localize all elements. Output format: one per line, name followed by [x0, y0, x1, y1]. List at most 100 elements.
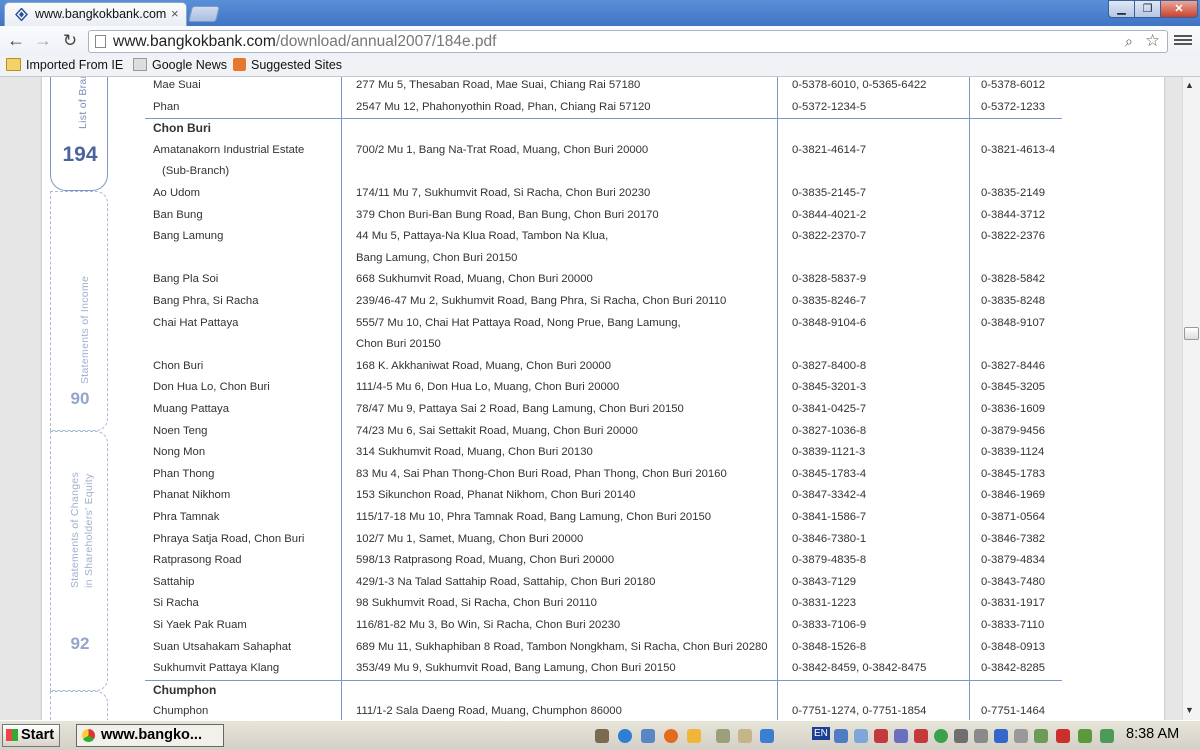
- branch-name: Noen Teng: [153, 424, 208, 437]
- minimize-button[interactable]: ▁: [1108, 0, 1135, 18]
- side-tab-label: Statements of Changes: [69, 471, 81, 588]
- section-divider: [145, 118, 1062, 120]
- menu-icon[interactable]: [1174, 33, 1192, 49]
- taskbar: Start www.bangko... EN 8:38 AM: [0, 720, 1200, 750]
- tray-icon[interactable]: [954, 729, 968, 743]
- tab-title: www.bangkokbank.com: [35, 7, 167, 21]
- branch-fax: 0-3845-1783: [981, 467, 1046, 480]
- bookmark-label: Imported From IE: [26, 58, 124, 72]
- tray-icon[interactable]: [894, 729, 908, 743]
- quicklaunch-icon[interactable]: [738, 729, 752, 743]
- branch-phone: 0-3845-1783-4: [792, 467, 867, 480]
- page-icon: [95, 35, 106, 48]
- quicklaunch-icon[interactable]: [595, 729, 609, 743]
- side-tab-list-of-branches[interactable]: List of Branches 194: [50, 77, 108, 191]
- scroll-up-icon[interactable]: ▲: [1185, 80, 1194, 90]
- side-tab-statements-of-income[interactable]: Statements of Income 90: [50, 191, 108, 431]
- side-tab-next[interactable]: [50, 691, 108, 720]
- branch-address: 174/11 Mu 7, Sukhumvit Road, Si Racha, C…: [356, 187, 651, 199]
- section-heading: Chumphon: [153, 682, 217, 697]
- branch-fax: 0-3844-3712: [981, 208, 1046, 221]
- branch-fax: 0-3848-0913: [981, 640, 1046, 653]
- url-text[interactable]: www.bangkokbank.com/download/annual2007/…: [113, 33, 496, 51]
- branch-fax: 0-3871-0564: [981, 511, 1046, 523]
- branch-address: 314 Sukhumvit Road, Muang, Chon Buri 201…: [356, 446, 593, 459]
- branch-fax: 0-3827-8446: [981, 359, 1046, 372]
- side-tab-label: in Shareholders' Equity: [83, 473, 95, 588]
- branch-address: 429/1-3 Na Talad Sattahip Road, Sattahip…: [356, 575, 656, 588]
- quicklaunch-icon[interactable]: [687, 729, 701, 743]
- branch-fax: 0-3842-8285: [981, 662, 1046, 675]
- branch-phone: 0-3843-7129: [792, 575, 857, 588]
- bangkokbank-favicon-icon: [15, 8, 28, 21]
- branch-phone: 0-3846-7380-1: [792, 532, 867, 545]
- tray-icon[interactable]: [994, 729, 1008, 743]
- side-tab-label: List of Branches: [77, 77, 89, 129]
- taskbar-chrome-window[interactable]: www.bangko...: [76, 724, 224, 747]
- branch-phone: 0-3839-1121-3: [792, 446, 866, 459]
- bookmark-imported-from-ie[interactable]: Imported From IE: [6, 58, 123, 72]
- tray-icon[interactable]: [1078, 729, 1092, 743]
- bookmark-label: Suggested Sites: [251, 58, 343, 72]
- branch-name: Don Hua Lo, Chon Buri: [153, 381, 270, 394]
- tray-icon[interactable]: [1056, 729, 1070, 743]
- branch-fax: 0-7751-1464: [981, 705, 1046, 718]
- branch-address: 379 Chon Buri-Ban Bung Road, Ban Bung, C…: [356, 208, 659, 221]
- language-indicator[interactable]: EN: [812, 727, 830, 740]
- quicklaunch-icon[interactable]: [641, 729, 655, 743]
- reload-icon[interactable]: ↻: [59, 31, 81, 51]
- new-tab-button[interactable]: [188, 6, 220, 22]
- tray-icon[interactable]: [1034, 729, 1048, 743]
- branch-fax: 0-3846-1969: [981, 489, 1046, 502]
- forward-arrow-icon[interactable]: →: [32, 31, 54, 51]
- branch-fax: 0-3828-5842: [981, 273, 1046, 286]
- branch-fax: 0-3879-4834: [981, 554, 1046, 567]
- tray-icon[interactable]: [854, 729, 868, 743]
- zoom-icon[interactable]: ⌕: [1125, 33, 1133, 50]
- side-tab-statements-of-changes[interactable]: Statements of Changes in Shareholders' E…: [50, 431, 108, 691]
- quicklaunch-icon[interactable]: [760, 729, 774, 743]
- bookmark-google-news[interactable]: Google News: [133, 58, 227, 72]
- address-bar[interactable]: www.bangkokbank.com/download/annual2007/…: [88, 30, 1168, 53]
- branch-address: Bang Lamung, Chon Buri 20150: [356, 251, 518, 264]
- scroll-thumb[interactable]: [1184, 327, 1199, 340]
- maximize-button[interactable]: ❐: [1134, 0, 1161, 18]
- branch-name: Ao Udom: [153, 187, 201, 199]
- close-window-button[interactable]: ✕: [1160, 0, 1198, 18]
- vertical-scrollbar[interactable]: ▲ ▼: [1182, 77, 1200, 720]
- branch-phone: 0-3844-4021-2: [792, 208, 867, 221]
- branch-phone: 0-3833-7106-9: [792, 619, 867, 631]
- start-label: Start: [21, 727, 55, 743]
- ie-icon[interactable]: [618, 729, 632, 743]
- tray-icon[interactable]: [914, 729, 928, 743]
- start-button[interactable]: Start: [2, 724, 60, 747]
- tab-close-icon[interactable]: ×: [171, 6, 179, 21]
- scroll-down-icon[interactable]: ▼: [1185, 705, 1194, 715]
- bookmark-label: Google News: [152, 58, 228, 72]
- pdf-viewport[interactable]: List of Branches 194 Statements of Incom…: [0, 77, 1182, 720]
- branch-name: Si Yaek Pak Ruam: [153, 619, 247, 631]
- branch-phone: 0-3879-4835-8: [792, 554, 867, 567]
- bookmark-star-icon[interactable]: ☆: [1145, 31, 1160, 51]
- branch-address: 353/49 Mu 9, Sukhumvit Road, Bang Lamung…: [356, 662, 676, 675]
- tray-icon[interactable]: [874, 729, 888, 743]
- branch-name: Sattahip: [153, 575, 195, 588]
- chrome-icon: [82, 729, 95, 742]
- branch-phone: 0-3841-0425-7: [792, 403, 867, 415]
- branch-name: (Sub-Branch): [162, 165, 230, 178]
- tray-icon[interactable]: [834, 729, 848, 743]
- tray-icon[interactable]: [934, 729, 948, 743]
- branch-address: 115/17-18 Mu 10, Phra Tamnak Road, Bang …: [356, 511, 712, 523]
- tray-icon[interactable]: [1100, 729, 1114, 743]
- back-arrow-icon[interactable]: ←: [5, 31, 27, 51]
- branch-name: Phan Thong: [153, 467, 215, 480]
- branch-address: 83 Mu 4, Sai Phan Thong-Chon Buri Road, …: [356, 467, 727, 480]
- browser-tab[interactable]: www.bangkokbank.com ×: [4, 2, 187, 26]
- firefox-icon[interactable]: [664, 729, 678, 743]
- tray-icon[interactable]: [974, 729, 988, 743]
- tray-icon[interactable]: [1014, 729, 1028, 743]
- suggested-sites-icon: [233, 58, 246, 71]
- quicklaunch-icon[interactable]: [716, 729, 730, 743]
- bookmark-suggested-sites[interactable]: Suggested Sites: [233, 58, 342, 72]
- branch-phone: 0-3848-1526-8: [792, 640, 867, 653]
